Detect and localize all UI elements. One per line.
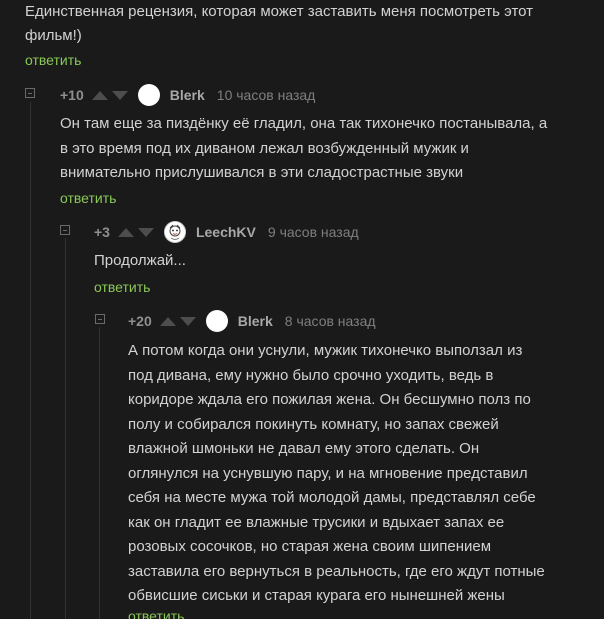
collapse-toggle-comment-1[interactable] xyxy=(25,88,35,98)
comment-1-reply-link[interactable]: ответить xyxy=(60,190,116,206)
comment-3-line-8: как он гладит ее влажные трусики и вдыха… xyxy=(128,513,505,531)
comment-3-line-11: обвисшие сиськи и старая курага его ныне… xyxy=(128,587,505,604)
comment-3-username[interactable]: Blerk xyxy=(238,313,273,329)
collapse-toggle-comment-3[interactable] xyxy=(95,314,105,324)
thread-line-level-3[interactable] xyxy=(99,327,100,619)
comment-1-rating: +10 xyxy=(60,87,84,103)
comment-1-username[interactable]: Blerk xyxy=(170,87,205,103)
cartoon-avatar-icon xyxy=(164,221,186,243)
comment-3-line-4: полу и собирался покинуть комнату, но за… xyxy=(128,415,499,433)
downvote-arrow-icon[interactable] xyxy=(137,227,154,237)
comment-2-header: +3 LeechKV 9 часов назад xyxy=(94,221,359,243)
upvote-arrow-icon[interactable] xyxy=(159,316,176,326)
avatar[interactable] xyxy=(163,221,186,243)
comments-page: Единственная рецензия, которая может зас… xyxy=(0,0,604,619)
collapse-toggle-comment-2[interactable] xyxy=(60,225,70,235)
comment-3-line-1: А потом когда они уснули, мужик тихонечк… xyxy=(128,342,523,359)
thread-line-level-2[interactable] xyxy=(65,238,66,619)
comment-1-timestamp[interactable]: 10 часов назад xyxy=(217,87,316,103)
thread-line-level-1[interactable] xyxy=(30,102,31,619)
parent-reply-link[interactable]: ответить xyxy=(25,52,81,68)
comment-2-reply-link[interactable]: ответить xyxy=(94,279,150,295)
comment-3-line-9: розовых сосочков, но старая жена своим ш… xyxy=(128,538,492,555)
comment-3-line-6: оглянулся на уснувшую пару, и на мгновен… xyxy=(128,464,528,482)
comment-3-timestamp[interactable]: 8 часов назад xyxy=(285,313,376,329)
comment-3-rating: +20 xyxy=(128,313,152,329)
parent-comment-line-2: фильм!) xyxy=(25,27,82,44)
comment-1-line-3: внимательно прислушивался в эти сладостр… xyxy=(60,164,464,181)
comment-3-line-2: под дивана, ему нужно было срочно уходит… xyxy=(128,366,494,384)
parent-comment-line-1: Единственная рецензия, которая может зас… xyxy=(25,3,534,20)
avatar[interactable] xyxy=(137,84,160,106)
comment-3-header: +20 Blerk 8 часов назад xyxy=(128,310,376,332)
upvote-arrow-icon[interactable] xyxy=(117,227,134,237)
comment-3-line-5: влажной шмоньки не давал ему этого сдела… xyxy=(128,440,480,457)
comment-3-line-10: заставила его вернуться в реальность, гд… xyxy=(128,562,545,580)
comment-3-line-3: коридоре ждала его пожилая жена. Он бесш… xyxy=(128,391,531,408)
comment-3-line-7: себя на месте мужа той молодой дамы, пре… xyxy=(128,489,536,506)
comment-2-line-1: Продолжай... xyxy=(94,252,186,269)
avatar[interactable] xyxy=(205,310,228,332)
comment-1-line-2: в это время под их диваном лежал возбужд… xyxy=(60,139,469,157)
comment-1-line-1: Он там еще за пиздёнку её гладил, она та… xyxy=(60,115,548,132)
comment-2-username[interactable]: LeechKV xyxy=(196,224,256,240)
downvote-arrow-icon[interactable] xyxy=(111,90,128,100)
downvote-arrow-icon[interactable] xyxy=(179,316,196,326)
comment-2-timestamp[interactable]: 9 часов назад xyxy=(268,224,359,240)
comment-1-header: +10 Blerk 10 часов назад xyxy=(60,84,315,106)
upvote-arrow-icon[interactable] xyxy=(91,90,108,100)
comment-3-reply-link[interactable]: ответить xyxy=(128,608,184,619)
comment-2-rating: +3 xyxy=(94,224,110,240)
